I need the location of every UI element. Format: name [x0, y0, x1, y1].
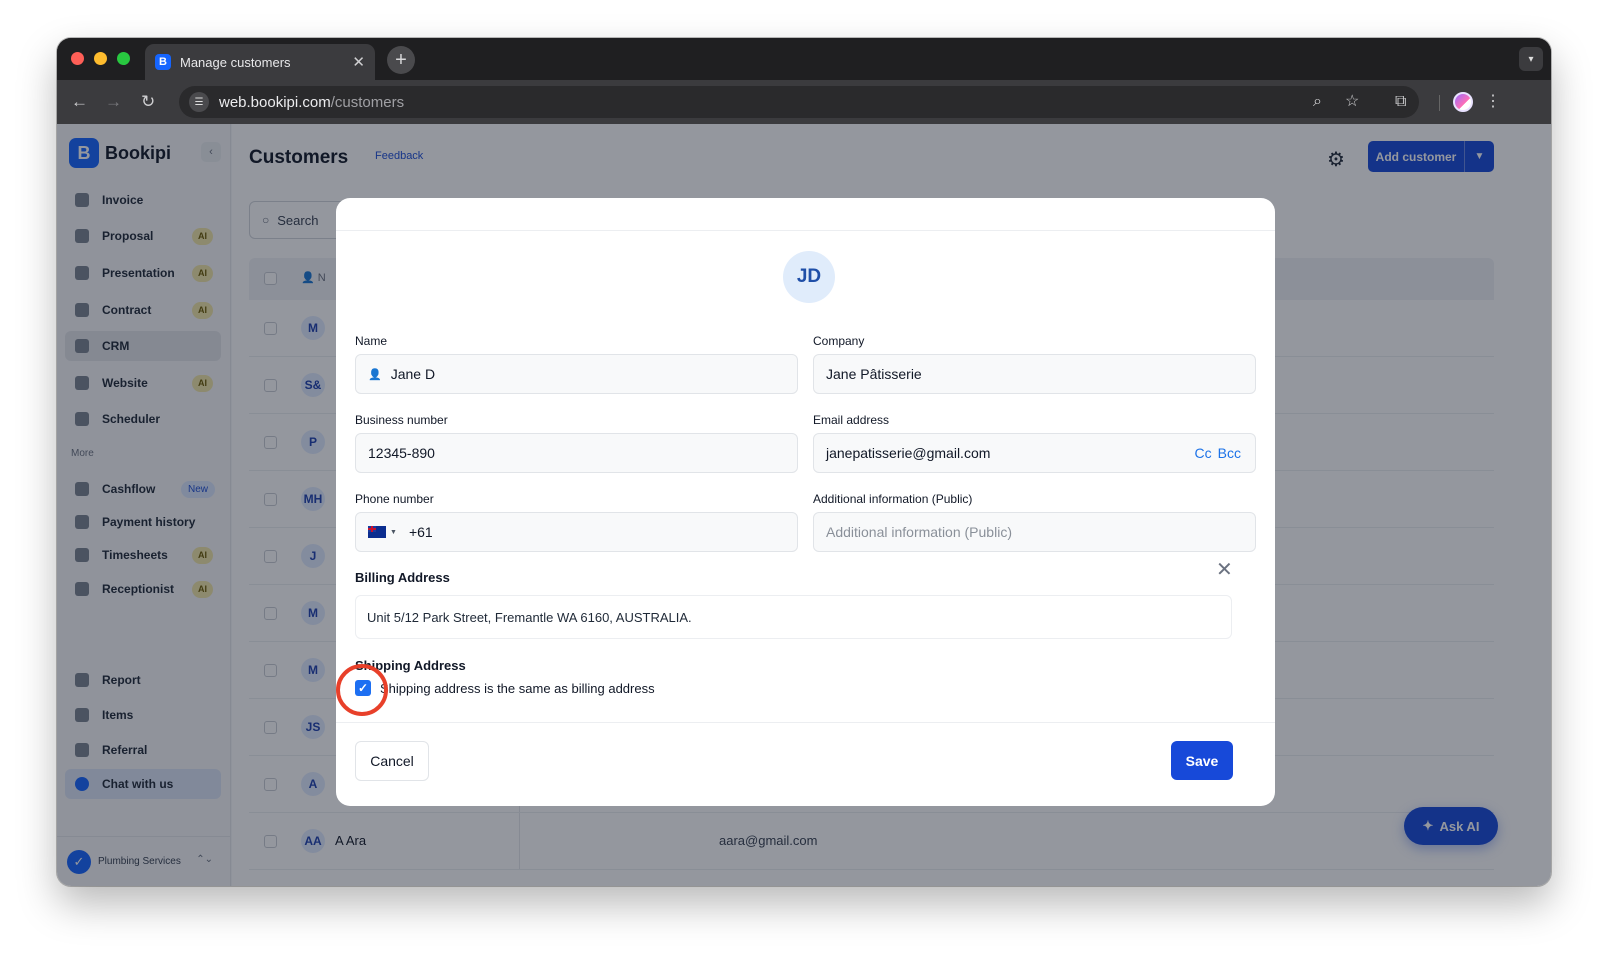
business-number-value: 12345-890 [368, 445, 435, 461]
bcc-link[interactable]: Bcc [1218, 445, 1241, 461]
forward-icon[interactable]: → [105, 91, 122, 113]
email-label: Email address [813, 413, 890, 427]
zoom-icon[interactable]: ⌕ [1313, 91, 1322, 113]
customer-avatar[interactable]: JD [783, 251, 835, 303]
highlight-circle [336, 664, 388, 716]
new-tab-button[interactable]: + [387, 46, 415, 74]
tab-search-button[interactable]: ▾ [1519, 47, 1543, 71]
australia-flag-icon[interactable] [368, 526, 386, 538]
toolbar-separator [1439, 95, 1440, 111]
phone-field[interactable]: ▼ +61 [355, 512, 798, 552]
address-bar[interactable]: ☰ web.bookipi.com/customers [179, 86, 1419, 118]
bookmark-star-icon[interactable]: ☆ [1345, 91, 1359, 113]
additional-info-placeholder: Additional information (Public) [826, 524, 1012, 540]
company-value: Jane Pâtisserie [826, 366, 922, 382]
billing-address-title: Billing Address [355, 570, 450, 585]
cancel-button[interactable]: Cancel [355, 741, 429, 781]
shipping-same-option[interactable]: ✓ Shipping address is the same as billin… [355, 680, 655, 696]
additional-info-label: Additional information (Public) [813, 492, 973, 506]
email-field[interactable]: janepatisserie@gmail.com Cc Bcc [813, 433, 1256, 473]
shipping-same-label[interactable]: Shipping address is the same as billing … [380, 681, 655, 696]
url-host: web.bookipi.com [219, 93, 331, 111]
bookipi-app: B Bookipi ‹ Invoice Proposal AI Presenta… [57, 124, 1551, 886]
email-value: janepatisserie@gmail.com [826, 445, 991, 461]
modal-footer-divider [336, 722, 1275, 723]
bookipi-favicon-icon: B [155, 54, 171, 70]
browser-tab[interactable]: B Manage customers ✕ [145, 44, 375, 80]
name-value: Jane D [390, 366, 436, 382]
tab-strip: B Manage customers ✕ + ▾ [57, 38, 1551, 80]
more-menu-icon[interactable]: ⋮ [1485, 91, 1501, 113]
maximize-window-button[interactable] [117, 52, 130, 65]
person-icon: 👤 [368, 368, 382, 381]
name-field[interactable]: 👤 Jane D [355, 354, 798, 394]
browser-window: B Manage customers ✕ + ▾ ← → ↻ ☰ web.boo… [57, 38, 1551, 886]
additional-info-field[interactable]: Additional information (Public) [813, 512, 1256, 552]
cc-bcc-links: Cc Bcc [1189, 445, 1241, 461]
extensions-icon[interactable]: ⧉ [1395, 91, 1406, 113]
name-label: Name [355, 334, 388, 348]
billing-address-field[interactable]: Unit 5/12 Park Street, Fremantle WA 6160… [355, 595, 1232, 639]
close-tab-icon[interactable]: ✕ [352, 55, 365, 70]
phone-label: Phone number [355, 492, 434, 506]
company-label: Company [813, 334, 865, 348]
close-icon[interactable]: ✕ [1216, 560, 1233, 580]
cc-link[interactable]: Cc [1195, 445, 1212, 461]
site-settings-icon[interactable]: ☰ [189, 92, 209, 112]
reload-icon[interactable]: ↻ [141, 91, 155, 113]
business-number-field[interactable]: 12345-890 [355, 433, 798, 473]
url-path: /customers [330, 93, 405, 111]
modal-header-divider [336, 230, 1275, 231]
phone-value: +61 [408, 524, 433, 540]
edit-customer-modal: JD Name 👤 Jane D Company Jane Pâtisserie… [336, 198, 1275, 806]
business-number-label: Business number [355, 413, 448, 427]
tab-title: Manage customers [180, 54, 291, 70]
save-button[interactable]: Save [1171, 741, 1233, 780]
close-window-button[interactable] [71, 52, 84, 65]
back-icon[interactable]: ← [71, 91, 88, 113]
profile-avatar[interactable] [1453, 92, 1473, 112]
chevron-down-icon[interactable]: ▼ [390, 529, 397, 536]
minimize-window-button[interactable] [94, 52, 107, 65]
company-field[interactable]: Jane Pâtisserie [813, 354, 1256, 394]
browser-toolbar: ← → ↻ ☰ web.bookipi.com/customers ⌕ ☆ ⧉ … [57, 80, 1551, 124]
billing-address-value: Unit 5/12 Park Street, Fremantle WA 6160… [367, 609, 692, 625]
